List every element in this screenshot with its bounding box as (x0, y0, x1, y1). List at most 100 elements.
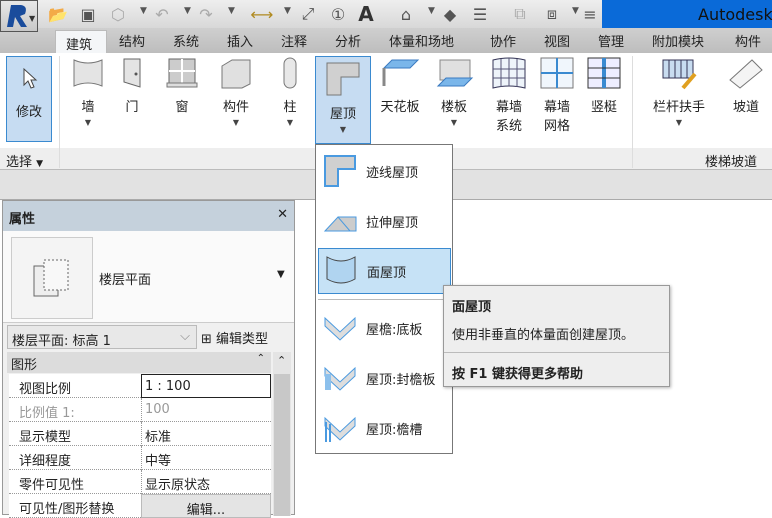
3d-view-icon[interactable]: ⌂ (396, 4, 416, 24)
roof-fascia-icon (324, 366, 356, 391)
column-button[interactable]: 柱 ▼ (272, 56, 308, 127)
tab-addins[interactable]: 附加模块 (652, 31, 704, 50)
close-icon[interactable]: ✕ (277, 207, 288, 222)
door-label: 门 (125, 100, 139, 115)
tab-annotate[interactable]: 注释 (281, 31, 307, 50)
chevron-down-icon[interactable]: ▼ (277, 269, 285, 280)
dropdown-icon[interactable]: ▼ (428, 6, 435, 16)
window-button[interactable]: 窗 (162, 56, 202, 115)
tab-structure[interactable]: 结构 (119, 31, 145, 50)
door-icon (123, 58, 141, 88)
property-row[interactable]: 零件可见性 显示原状态 (9, 470, 271, 494)
dropdown-icon[interactable]: ▼ (572, 6, 579, 16)
menu-item-extrusion-roof[interactable]: 拉伸屋顶 (318, 198, 451, 244)
property-row[interactable]: 显示模型 标准 (9, 422, 271, 446)
tab-analyze[interactable]: 分析 (335, 31, 361, 50)
edit-type-button[interactable]: ⊞ 编辑类型 (201, 328, 268, 347)
menu-item-label: 屋顶:檐槽 (366, 422, 423, 438)
switch-windows-icon[interactable]: ⧈ (542, 4, 562, 24)
collapse-icon[interactable]: ⌃ (257, 353, 265, 364)
tab-manage[interactable]: 管理 (598, 31, 624, 50)
edit-type-icon: ⊞ (201, 332, 212, 347)
wall-button[interactable]: 墙 ▼ (66, 56, 110, 127)
roof-dropdown-menu: 迹线屋顶 拉伸屋顶 面屋顶 屋檐:底板 屋顶:封檐板 屋顶:檐槽 (315, 144, 453, 454)
ramp-button[interactable]: 坡道 (724, 56, 768, 115)
application-menu-button[interactable]: ▼ (0, 0, 38, 32)
railing-button[interactable]: 栏杆扶手 ▼ (646, 56, 712, 127)
scroll-up-icon[interactable]: ⌃ (277, 354, 286, 367)
property-label: 零件可见性 (19, 478, 85, 493)
property-row[interactable]: 详细程度 中等 (9, 446, 271, 470)
dropdown-icon[interactable]: ▼ (184, 6, 191, 16)
column-icon (283, 57, 297, 89)
scrollbar[interactable]: ⌃ (273, 352, 291, 516)
dropdown-icon[interactable]: ▼ (228, 6, 235, 16)
redo-icon[interactable]: ↷ (196, 4, 216, 24)
mullion-button[interactable]: 竖梃 (586, 56, 622, 115)
undo-icon[interactable]: ↶ (152, 4, 172, 24)
tab-architecture[interactable]: 建筑 (55, 30, 107, 54)
save-icon[interactable]: ▣ (78, 4, 98, 24)
dropdown-icon[interactable]: ▼ (140, 6, 147, 16)
property-row[interactable]: 视图比例 1 : 100 (9, 374, 271, 398)
scrollbar-thumb[interactable] (274, 374, 290, 516)
open-icon[interactable]: 📂 (48, 4, 68, 24)
curtain-system-icon (492, 57, 526, 89)
tab-massing-site[interactable]: 体量和场地 (389, 31, 454, 50)
tab-insert[interactable]: 插入 (227, 31, 253, 50)
floor-plan-icon (11, 237, 93, 319)
roof-button[interactable]: 屋顶 ▼ (315, 56, 371, 144)
door-button[interactable]: 门 (116, 56, 148, 115)
menu-item-roof-by-face[interactable]: 面屋顶 (318, 248, 451, 294)
extrusion-roof-icon (323, 216, 357, 232)
edit-visibility-button[interactable]: 编辑... (141, 494, 271, 518)
tab-systems[interactable]: 系统 (173, 31, 199, 50)
property-row: 比例值 1: 100 (9, 398, 271, 422)
thin-lines-icon[interactable]: ☰ (470, 4, 490, 24)
column-label: 柱 (283, 100, 297, 115)
dropdown-icon[interactable]: ▼ (284, 6, 291, 16)
ceiling-label: 天花板 (380, 100, 420, 115)
section-icon[interactable]: ◆ (440, 4, 460, 24)
modify-button[interactable]: 修改 (6, 56, 52, 142)
type-selector[interactable]: 楼层平面 ▼ (3, 231, 294, 323)
tag-icon[interactable]: ① (328, 4, 348, 24)
property-value[interactable]: 显示原状态 (141, 470, 271, 494)
property-label: 可见性/图形替换 (19, 502, 115, 517)
group-graphics[interactable]: 图形 ⌃ (7, 352, 271, 373)
sync-icon[interactable]: ⬡ (108, 4, 128, 24)
tooltip-title: 面屋顶 (452, 300, 492, 315)
roof-by-face-icon (326, 256, 356, 284)
panel-select[interactable]: 选择 ▼ (6, 151, 43, 170)
measure-icon[interactable]: ⟷ (251, 4, 274, 24)
text-icon[interactable]: A (356, 2, 376, 26)
railing-label: 栏杆扶手 (652, 100, 705, 115)
tab-collaborate[interactable]: 协作 (490, 31, 516, 50)
property-value[interactable]: 中等 (141, 446, 271, 470)
floor-button[interactable]: 楼板 ▼ (434, 56, 474, 127)
tab-view[interactable]: 视图 (544, 31, 570, 50)
menu-item-roof-soffit[interactable]: 屋檐:底板 (318, 305, 451, 351)
menu-item-roof-fascia[interactable]: 屋顶:封檐板 (318, 355, 451, 401)
aligned-dimension-icon[interactable]: ⤢ (298, 4, 318, 24)
property-value[interactable]: 1 : 100 (141, 374, 271, 398)
menu-item-footprint-roof[interactable]: 迹线屋顶 (318, 148, 451, 194)
property-value[interactable]: 标准 (141, 422, 271, 446)
instance-filter-select[interactable]: 楼层平面: 标高 1 ⌵ (7, 325, 197, 349)
ceiling-button[interactable]: 天花板 (374, 56, 426, 115)
property-row[interactable]: 可见性/图形替换 编辑... (9, 494, 271, 518)
roof-label: 屋顶 (329, 107, 356, 122)
customize-qat-icon[interactable]: ≡ (580, 4, 600, 24)
menu-item-roof-gutter[interactable]: 屋顶:檐槽 (318, 405, 451, 451)
component-label: 构件 (222, 100, 249, 115)
component-button[interactable]: 构件 ▼ (214, 56, 258, 127)
tooltip-description: 使用非垂直的体量面创建屋顶。 (452, 328, 635, 343)
ramp-icon (729, 59, 763, 89)
edit-type-label: 编辑类型 (216, 332, 269, 347)
curtain-grid-button[interactable]: 幕墙 网格 (536, 56, 578, 134)
close-hidden-icon[interactable]: ⧉ (510, 4, 530, 24)
ramp-label: 坡道 (732, 100, 759, 115)
curtain-system-button[interactable]: 幕墙 系统 (488, 56, 530, 134)
property-label: 视图比例 (19, 382, 72, 397)
mullion-icon (587, 57, 621, 89)
